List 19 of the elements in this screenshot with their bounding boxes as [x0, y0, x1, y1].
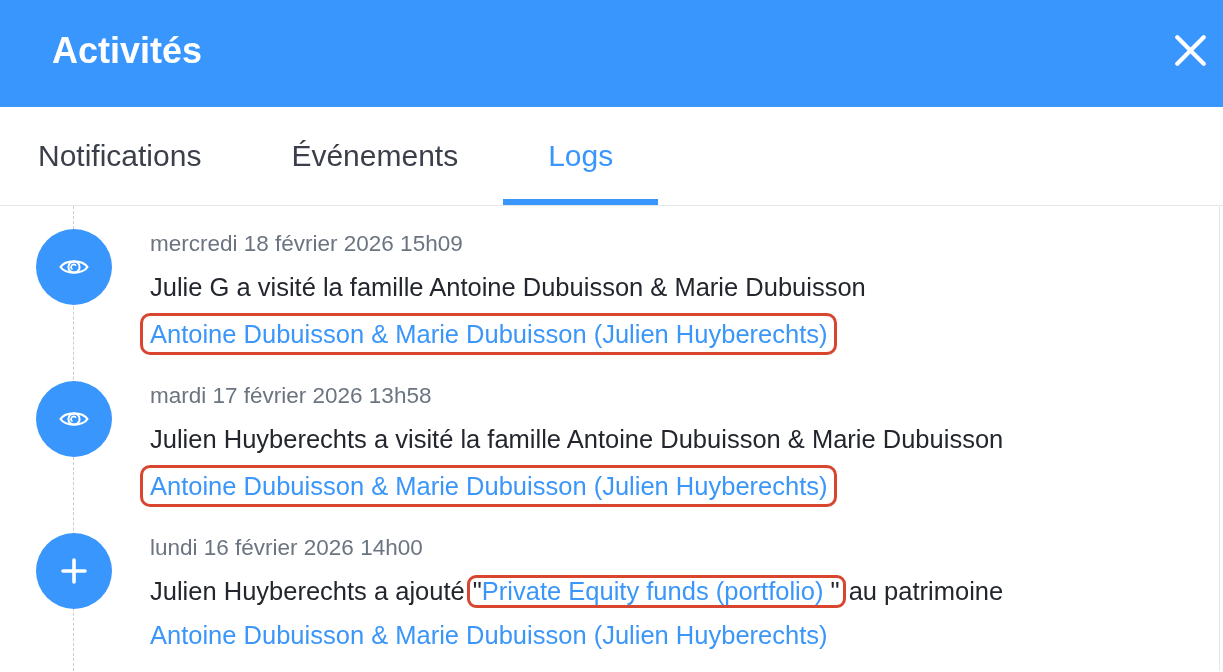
log-description: Julie G a visité la famille Antoine Dubuisson & Marie Dubuisson: [150, 272, 866, 303]
tab[interactable]: Logs: [503, 107, 659, 205]
panel-title: Activités: [52, 28, 203, 73]
close-button[interactable]: [1175, 35, 1206, 66]
log-date: mardi 17 février 2026 13h58: [150, 383, 432, 409]
tab[interactable]: Notifications: [38, 107, 247, 205]
family-link[interactable]: Antoine Dubuisson & Marie Dubuisson (Julien Huyberechts): [150, 320, 828, 348]
tab[interactable]: Événements: [246, 107, 504, 205]
plus-icon: [36, 533, 112, 609]
family-link[interactable]: Antoine Dubuisson & Marie Dubuisson (Julien Huyberechts): [150, 620, 828, 650]
log-date: lundi 16 février 2026 14h00: [150, 535, 423, 561]
log-description: Julien Huyberechts a ajouté "Private Equity funds (portfolio) " au patrimoine: [150, 569, 1004, 613]
close-icon: [1175, 35, 1206, 66]
asset-link[interactable]: "Private Equity funds (portfolio) ": [472, 577, 840, 605]
log-description: Julien Huyberechts a visité la famille Antoine Dubuisson & Marie Dubuisson: [150, 424, 1004, 455]
family-link[interactable]: Antoine Dubuisson & Marie Dubuisson (Julien Huyberechts): [150, 472, 828, 500]
eye-icon: [36, 229, 112, 305]
log-date: mercredi 18 février 2026 15h09: [150, 231, 463, 257]
eye-icon: [36, 381, 112, 457]
